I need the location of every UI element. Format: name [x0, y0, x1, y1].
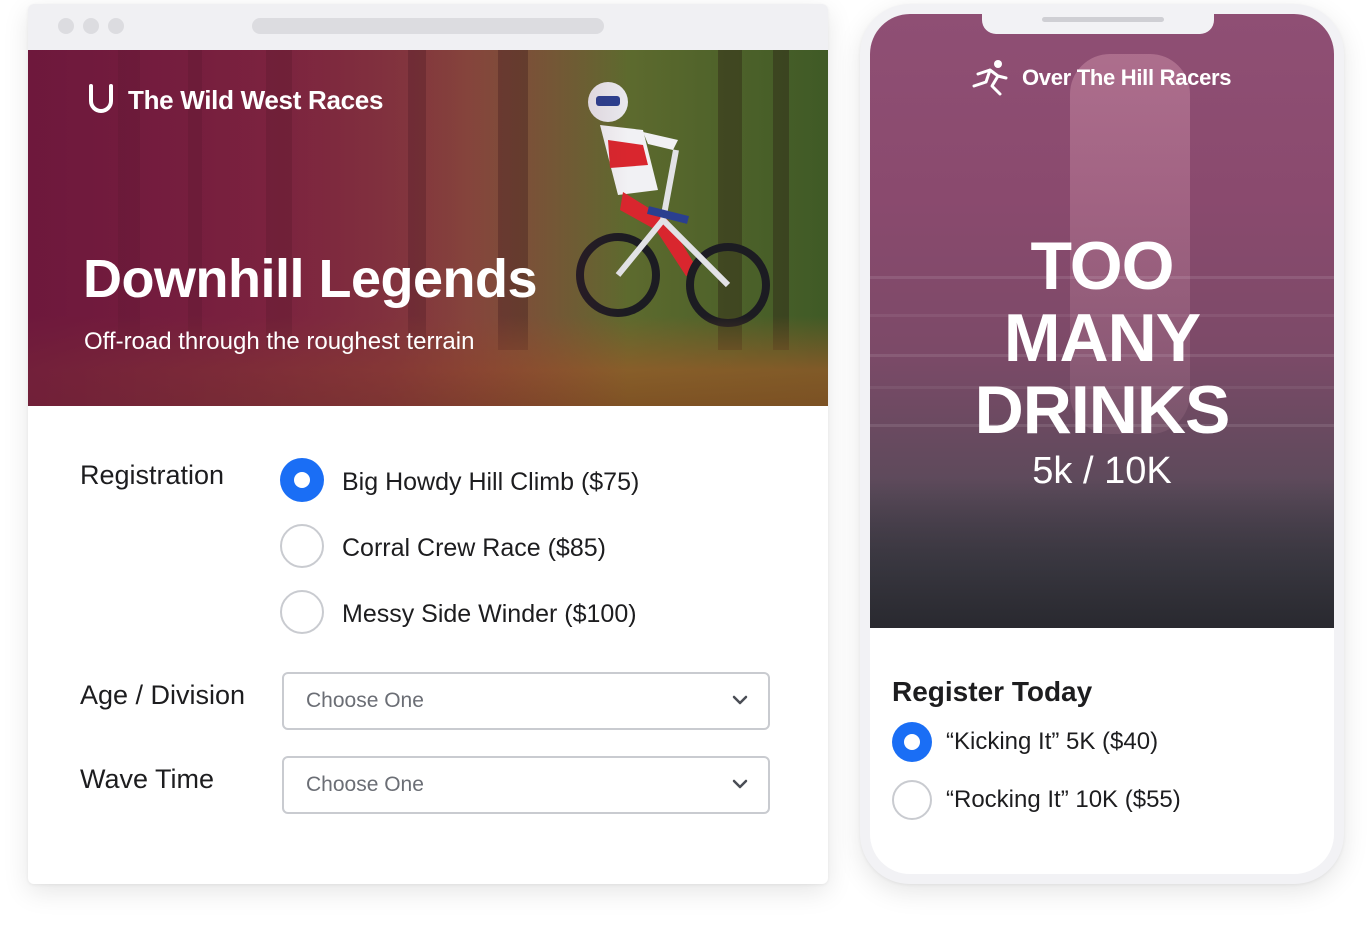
radio-label-big-howdy-hill-climb[interactable]: Big Howdy Hill Climb ($75)	[342, 468, 639, 497]
radio-corral-crew-race[interactable]	[280, 524, 324, 568]
event-hero-banner: The Wild West Races Downhill Legends Off…	[28, 50, 828, 406]
registration-label: Registration	[80, 460, 225, 490]
register-today-heading: Register Today	[892, 676, 1093, 707]
desktop-browser-window: The Wild West Races Downhill Legends Off…	[28, 4, 828, 884]
chevron-down-icon	[732, 779, 748, 789]
headline-line-2: MANY	[1003, 300, 1201, 376]
race-distances: 5k / 10K	[1032, 450, 1172, 492]
radio-rocking-it-10k[interactable]	[892, 780, 932, 820]
brand-logo[interactable]: The Wild West Races	[86, 82, 383, 118]
event-subtitle: Off-road through the roughest terrain	[84, 328, 475, 355]
radio-label-messy-side-winder[interactable]: Messy Side Winder ($100)	[342, 600, 637, 629]
radio-label-rocking-it-10k[interactable]: “Rocking It” 10K ($55)	[946, 786, 1181, 814]
brand-name: The Wild West Races	[128, 84, 384, 115]
wave-time-placeholder: Choose One	[306, 773, 424, 796]
radio-kicking-it-5k[interactable]	[892, 722, 932, 762]
mobile-phone-frame: Over The Hill Racers TOO MANY DRINKS 5k …	[860, 4, 1344, 884]
window-close-dot[interactable]	[58, 18, 74, 34]
headline-line-1: TOO	[1030, 228, 1174, 304]
phone-notch	[982, 14, 1214, 34]
radio-label-corral-crew-race[interactable]: Corral Crew Race ($85)	[342, 534, 606, 563]
mobile-brand-name: Over The Hill Racers	[1022, 65, 1232, 90]
radio-messy-side-winder[interactable]	[280, 590, 324, 634]
event-title: Downhill Legends	[83, 249, 538, 309]
radio-big-howdy-hill-climb[interactable]	[280, 458, 324, 502]
headline-line-3: DRINKS	[974, 372, 1231, 448]
address-bar[interactable]	[252, 18, 604, 34]
radio-label-kicking-it-5k[interactable]: “Kicking It” 5K ($40)	[946, 728, 1158, 756]
mobile-event-hero: Over The Hill Racers TOO MANY DRINKS 5k …	[870, 14, 1334, 628]
mobile-brand-logo[interactable]: Over The Hill Racers	[968, 58, 1232, 98]
window-minimize-dot[interactable]	[83, 18, 99, 34]
horseshoe-icon	[89, 84, 113, 113]
wave-time-label: Wave Time	[80, 764, 215, 794]
chevron-down-icon	[732, 695, 748, 705]
browser-toolbar	[28, 4, 828, 50]
wave-time-select[interactable]: Choose One	[282, 756, 770, 814]
age-division-select[interactable]: Choose One	[282, 672, 770, 730]
age-division-label: Age / Division	[80, 680, 246, 710]
age-division-placeholder: Choose One	[306, 689, 424, 712]
mobile-screen: Over The Hill Racers TOO MANY DRINKS 5k …	[870, 14, 1334, 874]
runner-icon	[972, 60, 1008, 96]
window-maximize-dot[interactable]	[108, 18, 124, 34]
